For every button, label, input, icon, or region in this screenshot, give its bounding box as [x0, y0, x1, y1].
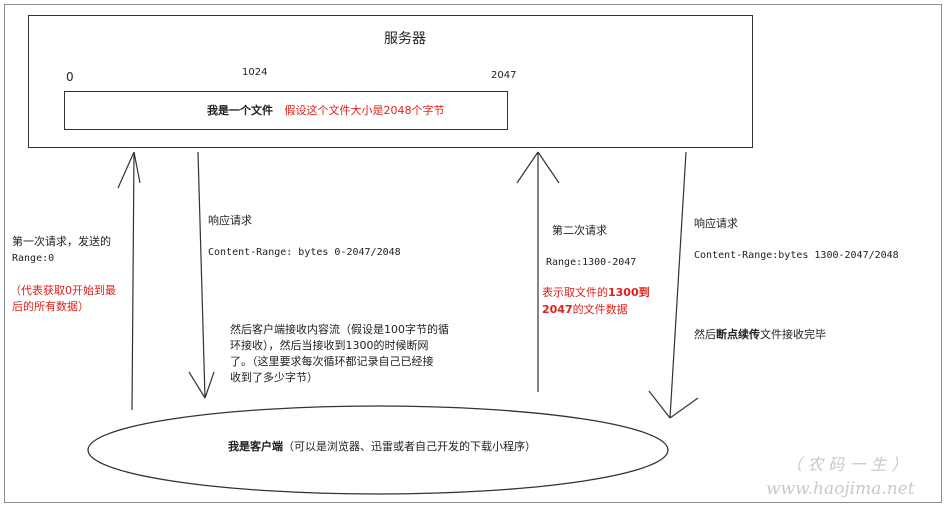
first-response-arrow — [197, 151, 206, 399]
first-response-desc-line2: 环接收），然后当接收到1300的时候断网 — [230, 339, 429, 352]
second-response-title: 响应请求 — [694, 217, 738, 230]
second-response-desc: 然后断点续传文件接收完毕 — [694, 328, 826, 342]
client-name: 我是客户端 — [228, 440, 283, 453]
client-note: （可以是浏览器、迅雷或者自己开发的下载小程序） — [283, 440, 536, 453]
second-request-note-c: 2047 — [542, 303, 573, 316]
second-request-title: 第二次请求 — [552, 224, 607, 237]
second-response-desc-c: 文件接收完毕 — [760, 328, 826, 341]
first-response-header: Content-Range: bytes 0-2047/2048 — [208, 247, 401, 258]
second-request-arrowhead-right — [537, 151, 560, 184]
second-response-arrowhead-left — [648, 390, 671, 419]
second-request-note-line1: 表示取文件的1300到 — [542, 286, 650, 300]
watermark-line1: （ 农 码 一 生 ） — [786, 455, 908, 474]
second-response-desc-b: 断点续传 — [716, 328, 760, 341]
second-request-note-line2: 2047的文件数据 — [542, 303, 628, 317]
second-request-note-a: 表示取文件的 — [542, 286, 608, 299]
first-request-range: Range:0 — [12, 253, 55, 264]
first-request-arrowhead-right — [133, 151, 141, 184]
first-request-note-line1: （代表获取0开始到最 — [10, 284, 116, 297]
first-response-desc-line4: 收到了多少字节） — [230, 371, 318, 384]
first-request-arrow — [131, 151, 135, 411]
second-request-arrowhead-left — [516, 151, 539, 184]
watermark-line2: www.haojima.net — [766, 479, 915, 499]
first-request-arrowhead-left — [117, 151, 135, 189]
second-response-arrowhead-right — [669, 397, 699, 419]
first-response-title: 响应请求 — [208, 214, 252, 227]
first-response-arrowhead-left — [188, 371, 206, 399]
first-request-note-line2: 后的所有数据） — [12, 300, 89, 313]
second-request-range: Range:1300-2047 — [546, 257, 637, 268]
first-response-desc-line1: 然后客户端接收内容流（假设是100字节的循 — [230, 323, 449, 336]
first-request-line1: 第一次请求，发送的 — [12, 235, 111, 248]
second-response-desc-a: 然后 — [694, 328, 716, 341]
second-response-arrow — [669, 151, 687, 419]
client-label: 我是客户端（可以是浏览器、迅雷或者自己开发的下载小程序） — [228, 440, 536, 454]
first-response-desc-line3: 了。（这里要求每次循环都记录自己已经接 — [230, 355, 434, 368]
second-response-header: Content-Range:bytes 1300-2047/2048 — [694, 250, 899, 261]
first-response-arrowhead-right — [204, 371, 215, 399]
second-request-note-d: 的文件数据 — [572, 303, 628, 316]
second-request-note-b: 1300到 — [608, 286, 650, 299]
